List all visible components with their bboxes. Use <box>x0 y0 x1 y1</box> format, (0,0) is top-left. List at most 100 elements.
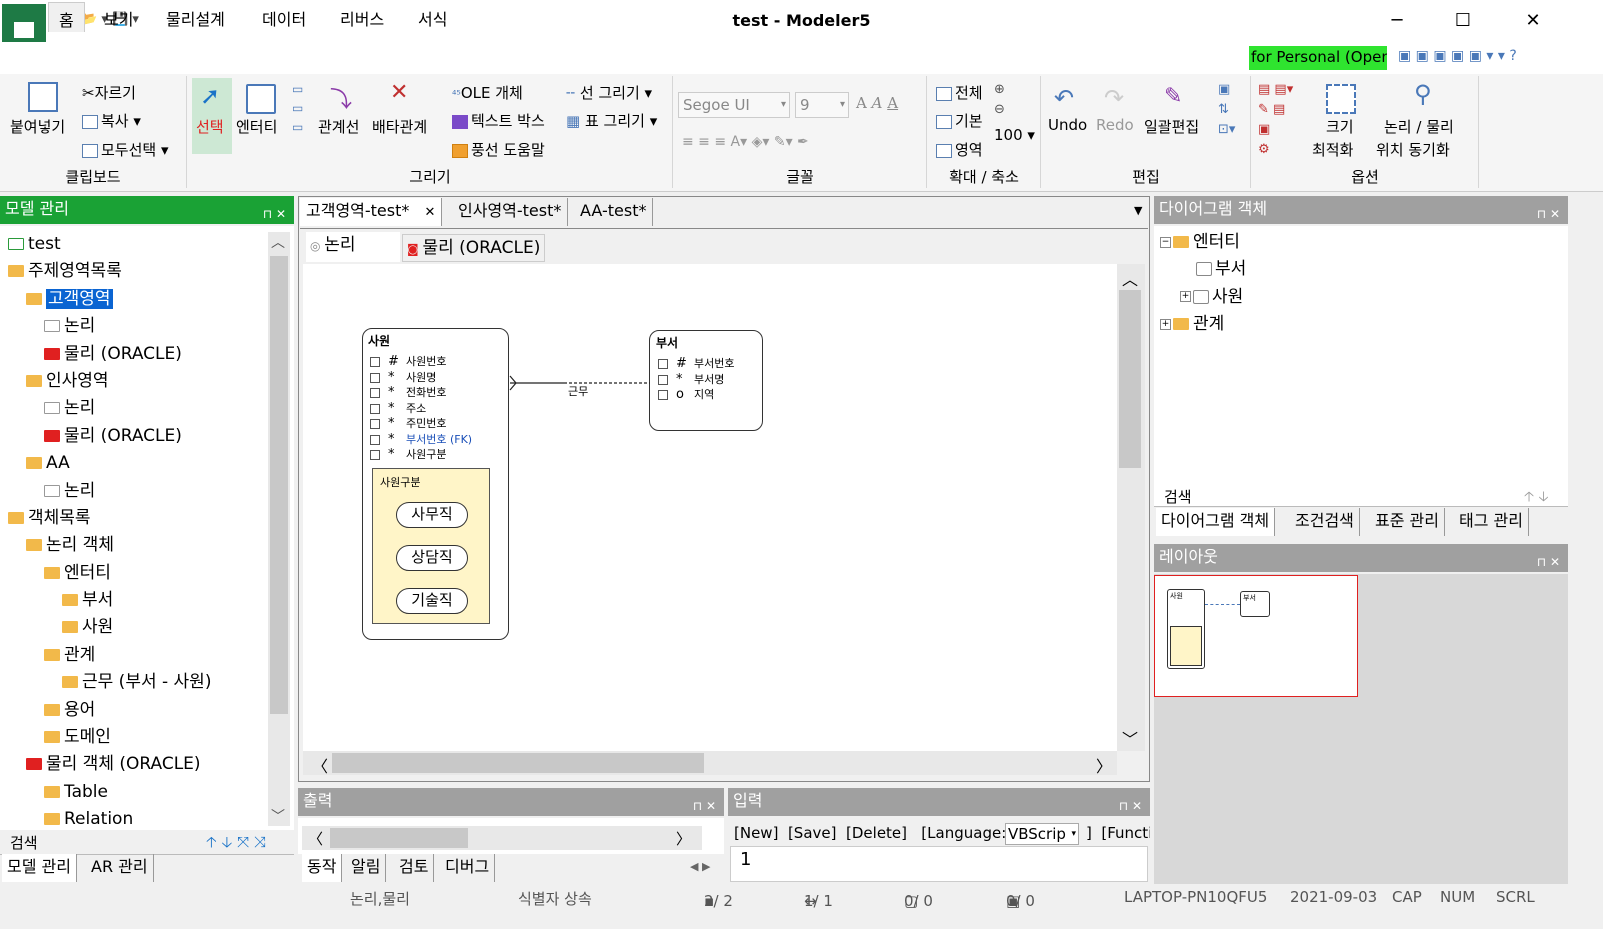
tab-debug[interactable]: 디버그 <box>440 854 496 882</box>
view-tab-logical[interactable]: ◎ 논리 <box>306 232 400 262</box>
tab-ar-manage[interactable]: AR 관리 <box>86 854 154 882</box>
checkbox[interactable] <box>370 403 380 414</box>
tree-node[interactable]: + 관계 <box>1160 311 1246 338</box>
tab-diagram-objects[interactable]: 다이어그램 객체 <box>1156 508 1276 536</box>
exclusive-tool-button[interactable]: 배타관계 <box>372 116 427 137</box>
tree-node[interactable]: test <box>8 231 268 258</box>
tree-node[interactable]: 근무 (부서 - 사원) <box>8 669 268 696</box>
batch-edit-button[interactable]: 일괄편집 <box>1144 116 1199 137</box>
tree-node[interactable]: 물리 (ORACLE) <box>8 423 268 450</box>
scroll-up-icon[interactable]: ︿ <box>1122 266 1138 290</box>
pin-close-icons[interactable]: ⊓ ✕ <box>263 201 286 227</box>
view-tab-physical[interactable]: ◙ 물리 (ORACLE) <box>402 234 546 262</box>
pin-close-icons[interactable]: ⊓ ✕ <box>1537 549 1560 575</box>
tab-review[interactable]: 검토 <box>394 854 435 882</box>
tree-node[interactable]: Relation <box>8 806 268 833</box>
font-name-select[interactable]: Segoe UI ▾ <box>678 92 790 118</box>
scroll-right-icon[interactable]: 〉 <box>676 828 691 849</box>
tab-action[interactable]: 동작 <box>302 854 343 882</box>
edit-extra-icons[interactable]: ▣ ⇅ ⊡▾ <box>1218 80 1235 140</box>
optimize-button[interactable]: 최적화 <box>1312 139 1353 160</box>
zoom-all-button[interactable]: 전체 <box>936 82 983 103</box>
entity-tool-button[interactable]: 엔터티 <box>236 116 277 137</box>
option-small-icons[interactable]: ▤ ▤▾ ✎ ▤ ▣ ⚙ <box>1258 80 1293 160</box>
minimize-button[interactable]: ─ <box>1374 8 1420 36</box>
layout-toolbar-icons[interactable]: ▣ ▣ ▣ ▣ ▣ ▾ ▾ ? <box>1398 48 1517 64</box>
zoom-default-button[interactable]: 기본 <box>936 110 983 131</box>
attribute-row[interactable]: * 사원명 <box>370 370 472 386</box>
tree-node[interactable]: Table <box>8 779 268 806</box>
ole-object-button[interactable]: ⁴⁵OLE 개체 <box>452 82 523 103</box>
checkbox[interactable] <box>370 434 380 445</box>
scroll-down-icon[interactable]: ﹀ <box>1122 726 1138 750</box>
balloon-help-button[interactable]: 풍선 도움말 <box>452 139 545 160</box>
attribute-row[interactable]: * 부서명 <box>658 372 734 388</box>
checkbox[interactable] <box>370 372 380 383</box>
tree-node[interactable]: − 엔터티 <box>1160 229 1246 256</box>
undo-button[interactable]: Undo <box>1048 116 1087 134</box>
attribute-row[interactable]: # 부서번호 <box>658 356 734 372</box>
scroll-up-icon[interactable]: ︿ <box>271 232 285 252</box>
attribute-row[interactable]: * 주민번호 <box>370 416 472 432</box>
scrollbar-thumb[interactable] <box>1119 290 1141 468</box>
close-button[interactable]: ✕ <box>1510 8 1556 36</box>
textbox-button[interactable]: 텍스트 박스 <box>452 110 545 131</box>
tree-node[interactable]: 인사영역 <box>8 368 268 395</box>
tree-node[interactable]: 물리 (ORACLE) <box>8 341 268 368</box>
tree-node[interactable]: 논리 객체 <box>8 532 268 559</box>
tab-standard-manage[interactable]: 표준 관리 <box>1370 508 1445 536</box>
checkbox[interactable] <box>370 419 380 429</box>
collapse-icon[interactable]: − <box>1160 236 1171 248</box>
tab-notice[interactable]: 알림 <box>346 854 387 882</box>
diagram-objects-tree[interactable]: − 엔터티 부서 + 사원 + 관계 <box>1160 229 1246 339</box>
input-toolbar[interactable]: [New] [Save] [Delete] [Language: <box>734 824 1006 842</box>
tab-physical[interactable]: 물리설계 <box>156 6 235 30</box>
shape-tools-icons[interactable]: ▭ ▭ ▭ <box>292 80 303 137</box>
format-buttons[interactable]: ≡ ≡ ≡ A▾ ◈▾ ✎▾ ✒ <box>682 134 809 150</box>
select-all-button[interactable]: 모두선택 ▾ <box>82 139 169 160</box>
tree-node[interactable]: 주제영역목록 <box>8 258 268 285</box>
scroll-down-icon[interactable]: ﹀ <box>271 806 285 826</box>
tab-reverse[interactable]: 리버스 <box>330 6 394 30</box>
tree-node[interactable]: 논리 <box>8 313 268 340</box>
pin-close-icons[interactable]: ⊓ ✕ <box>1119 793 1142 819</box>
tab-scroll-icons[interactable]: ◀ ▶ <box>690 860 710 873</box>
zoom-area-button[interactable]: 영역 <box>936 139 983 160</box>
tree-node[interactable]: 고객영역 <box>8 286 268 313</box>
script-editor[interactable] <box>730 846 1148 882</box>
attribute-row[interactable]: * 주소 <box>370 401 472 417</box>
model-tree[interactable]: test 주제영역목록 고객영역 논리 물리 (ORACLE) 인사영역 논리 물리 (ORA… <box>8 231 268 834</box>
checkbox[interactable] <box>658 390 668 400</box>
font-style-buttons[interactable]: A A A <box>856 94 898 112</box>
redo-button[interactable]: Redo <box>1096 116 1134 134</box>
tree-node[interactable]: 부서 <box>8 587 268 614</box>
scroll-left-icon[interactable]: 〈 <box>312 753 328 777</box>
function-button[interactable]: ] [Functi <box>1086 824 1150 842</box>
checkbox[interactable] <box>370 450 380 460</box>
tree-node[interactable]: 엔터티 <box>8 560 268 587</box>
pin-close-icons[interactable]: ⊓ ✕ <box>693 793 716 819</box>
position-sync-button[interactable]: 위치 동기화 <box>1376 139 1450 160</box>
tree-node[interactable]: 사원 <box>8 614 268 641</box>
checkbox[interactable] <box>658 374 668 385</box>
tree-node[interactable]: 객체목록 <box>8 505 268 532</box>
tab-condition-search[interactable]: 조건검색 <box>1290 508 1360 536</box>
attribute-row[interactable]: # 사원번호 <box>370 354 472 370</box>
scrollbar-thumb[interactable] <box>332 753 704 773</box>
copy-button[interactable]: 복사 ▾ <box>82 110 141 131</box>
tab-tag-manage[interactable]: 태그 관리 <box>1454 508 1529 536</box>
tree-node[interactable]: AA <box>8 450 268 477</box>
font-size-select[interactable]: 9 ▾ <box>795 92 849 118</box>
pin-close-icons[interactable]: ⊓ ✕ <box>1537 201 1560 227</box>
checkbox[interactable] <box>370 388 380 398</box>
attribute-row[interactable]: * 사원구분 <box>370 447 472 463</box>
tree-node[interactable]: 논리 <box>8 395 268 422</box>
zoom-in-out-icons[interactable]: ⊕ ⊖ <box>994 80 1005 120</box>
tree-node[interactable]: 부서 <box>1160 256 1246 283</box>
draw-line-button[interactable]: ╌ 선 그리기 ▾ <box>566 82 652 103</box>
subtype-item[interactable]: 상담직 <box>396 545 468 571</box>
tree-node[interactable]: 용어 <box>8 697 268 724</box>
close-icon[interactable]: ✕ <box>424 205 435 220</box>
maximize-button[interactable]: ☐ <box>1440 8 1486 36</box>
scroll-left-icon[interactable]: 〈 <box>308 828 323 849</box>
